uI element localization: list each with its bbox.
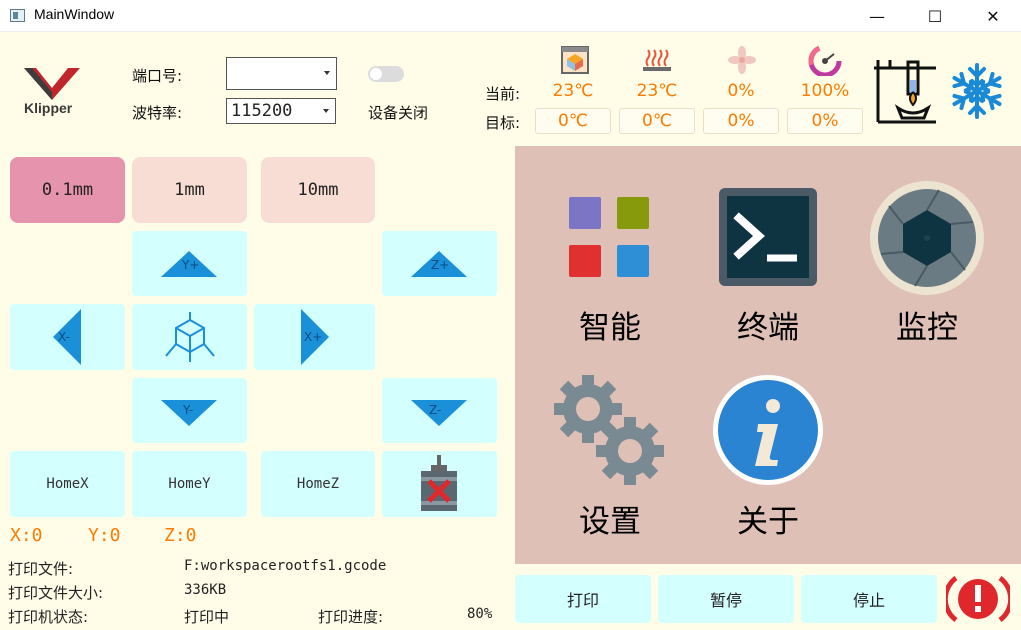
print-file-label: 打印文件: <box>8 560 74 578</box>
stop-button[interactable]: 停止 <box>801 575 937 623</box>
app-icon <box>10 9 25 22</box>
fan-icon <box>728 46 756 74</box>
bed-current: 23℃ <box>636 81 678 101</box>
printer-status-value: 打印中 <box>184 608 230 626</box>
extruder-target[interactable]: 0℃ <box>535 108 611 134</box>
jog-z-minus-label: Z- <box>429 403 442 417</box>
info-icon <box>713 375 823 485</box>
target-label: 目标: <box>485 114 521 132</box>
home-y-button[interactable]: HomeY <box>132 451 247 517</box>
title-bar: MainWindow — ☐ ✕ <box>0 0 1021 32</box>
device-toggle[interactable] <box>368 66 404 82</box>
current-label: 当前: <box>485 85 521 103</box>
port-select[interactable] <box>226 57 337 90</box>
jog-y-minus-label: Y- <box>183 403 194 417</box>
jog-x-minus-label: X- <box>58 330 70 344</box>
step-10mm-button[interactable]: 10mm <box>261 157 375 223</box>
terminal-tile[interactable]: 终端 <box>698 180 838 346</box>
pos-z: Z:0 <box>164 525 197 546</box>
minimize-button[interactable]: — <box>848 0 906 32</box>
window-title: MainWindow <box>34 6 115 22</box>
gears-icon <box>554 375 664 485</box>
jog-z-plus-button[interactable]: Z+ <box>382 231 497 296</box>
klipper-logo: Klipper <box>22 66 82 116</box>
home-all-button[interactable] <box>132 304 247 370</box>
motor-disable-icon <box>421 455 457 511</box>
maximize-button[interactable]: ☐ <box>906 0 964 32</box>
fan-target[interactable]: 0% <box>703 108 779 134</box>
monitor-tile[interactable]: 监控 <box>857 180 997 346</box>
terminal-icon <box>719 188 817 286</box>
baud-select[interactable]: 115200 <box>226 98 336 124</box>
snowflake-icon[interactable] <box>948 62 1006 120</box>
pause-button[interactable]: 暂停 <box>658 575 794 623</box>
smart-grid-icon <box>569 197 649 277</box>
close-button[interactable]: ✕ <box>964 0 1021 32</box>
settings-tile[interactable]: 设置 <box>540 372 680 540</box>
jog-y-minus-button[interactable]: Y- <box>132 378 247 443</box>
baud-label: 波特率: <box>132 104 183 122</box>
settings-label: 设置 <box>579 504 641 540</box>
speed-current: 100% <box>800 81 850 101</box>
about-tile[interactable]: 关于 <box>698 372 838 540</box>
jog-x-plus-label: X+ <box>304 330 323 344</box>
cube-axes-icon <box>165 312 215 362</box>
jog-y-plus-label: Y+ <box>182 258 200 272</box>
pos-y: Y:0 <box>88 525 121 546</box>
speed-target[interactable]: 0% <box>787 108 863 134</box>
heated-bed-icon <box>643 49 671 71</box>
fan-current: 0% <box>727 81 755 101</box>
home-x-button[interactable]: HomeX <box>10 451 125 517</box>
step-1mm-button[interactable]: 1mm <box>132 157 247 223</box>
speed-gauge-icon <box>808 44 842 76</box>
klipper-logo-icon <box>24 68 80 100</box>
port-label: 端口号: <box>132 67 183 85</box>
jog-z-minus-button[interactable]: Z- <box>382 378 497 443</box>
emergency-stop-icon[interactable] <box>946 572 1010 626</box>
logo-text: Klipper <box>24 100 73 116</box>
extruder-icon <box>561 46 589 74</box>
pos-x: X:0 <box>10 525 43 546</box>
chevron-down-icon <box>324 71 330 75</box>
step-0-1mm-button[interactable]: 0.1mm <box>10 157 125 223</box>
monitor-label: 监控 <box>896 310 958 346</box>
print-progress-value: 80% <box>467 606 493 622</box>
device-status: 设备关闭 <box>368 104 429 122</box>
smart-label: 智能 <box>579 310 641 346</box>
printer-status-label: 打印机状态: <box>8 608 89 626</box>
print-button[interactable]: 打印 <box>515 575 651 623</box>
camera-shutter-icon <box>870 181 984 295</box>
motors-off-button[interactable] <box>382 451 497 517</box>
home-z-button[interactable]: HomeZ <box>261 451 375 517</box>
chevron-down-icon <box>323 109 329 113</box>
jog-x-plus-button[interactable]: X+ <box>254 304 375 370</box>
extruder-current: 23℃ <box>552 81 594 101</box>
print-size-value: 336KB <box>184 582 227 598</box>
heating-apparatus-icon[interactable] <box>870 56 938 124</box>
print-file-value: F:workspacerootfs1.gcode <box>184 558 387 574</box>
print-progress-label: 打印进度: <box>318 608 384 626</box>
baud-value: 115200 <box>231 101 293 121</box>
terminal-label: 终端 <box>737 310 799 346</box>
smart-tile[interactable]: 智能 <box>540 180 680 346</box>
print-size-label: 打印文件大小: <box>8 584 104 602</box>
jog-z-plus-label: Z+ <box>431 258 450 272</box>
jog-x-minus-button[interactable]: X- <box>10 304 125 370</box>
about-label: 关于 <box>737 504 799 540</box>
jog-y-plus-button[interactable]: Y+ <box>132 231 247 296</box>
bed-target[interactable]: 0℃ <box>619 108 695 134</box>
